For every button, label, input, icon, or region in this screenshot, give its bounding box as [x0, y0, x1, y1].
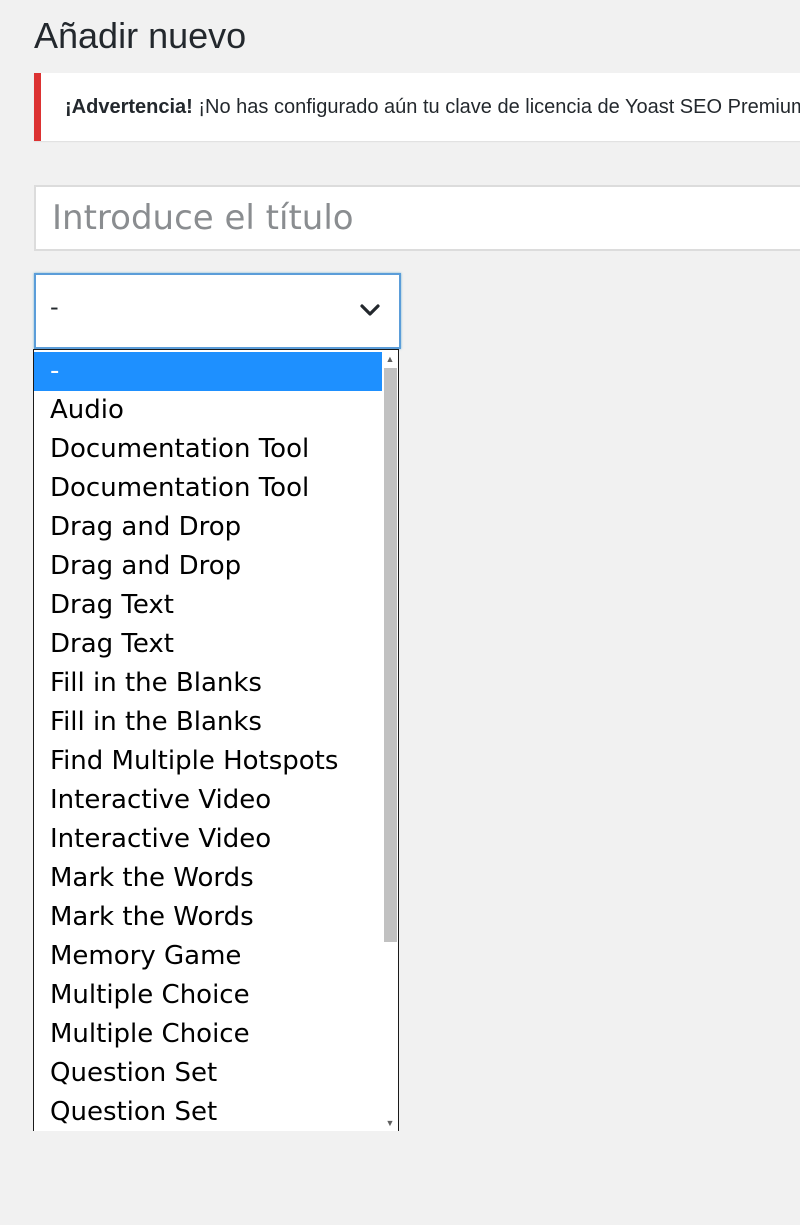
- dropdown-option[interactable]: Drag and Drop: [34, 508, 382, 547]
- dropdown-option[interactable]: Drag Text: [34, 586, 382, 625]
- dropdown-option[interactable]: Documentation Tool: [34, 430, 382, 469]
- content-type-select[interactable]: -: [34, 273, 401, 349]
- select-current-value: -: [50, 293, 59, 321]
- title-input[interactable]: [36, 187, 800, 249]
- license-warning-notice: ¡Advertencia! ¡No has configurado aún tu…: [34, 73, 800, 141]
- dropdown-option[interactable]: -: [34, 352, 382, 391]
- dropdown-option[interactable]: Multiple Choice: [34, 976, 382, 1015]
- page-title: Añadir nuevo: [34, 15, 247, 56]
- dropdown-option[interactable]: Find Multiple Hotspots: [34, 742, 382, 781]
- dropdown-option[interactable]: Interactive Video: [34, 781, 382, 820]
- dropdown-scrollbar[interactable]: ▲ ▼: [382, 350, 398, 1131]
- chevron-down-icon: [360, 304, 380, 316]
- dropdown-option[interactable]: Interactive Video: [34, 820, 382, 859]
- dropdown-option[interactable]: Mark the Words: [34, 859, 382, 898]
- dropdown-option[interactable]: Fill in the Blanks: [34, 664, 382, 703]
- dropdown-option[interactable]: Question Set: [34, 1093, 382, 1131]
- dropdown-option[interactable]: Memory Game: [34, 937, 382, 976]
- content-type-dropdown-list: - Audio Documentation Tool Documentation To…: [33, 349, 399, 1131]
- notice-message: ¡No has configurado aún tu clave de lice…: [198, 95, 800, 118]
- scroll-up-arrow-icon[interactable]: ▲: [382, 350, 398, 368]
- dropdown-option[interactable]: Drag Text: [34, 625, 382, 664]
- dropdown-option[interactable]: Question Set: [34, 1054, 382, 1093]
- dropdown-option[interactable]: Audio: [34, 391, 382, 430]
- page: Añadir nuevo ¡Advertencia! ¡No has confi…: [0, 0, 800, 1225]
- dropdown-option[interactable]: Multiple Choice: [34, 1015, 382, 1054]
- dropdown-option[interactable]: Fill in the Blanks: [34, 703, 382, 742]
- notice-strong-label: ¡Advertencia!: [65, 95, 193, 118]
- dropdown-option[interactable]: Documentation Tool: [34, 469, 382, 508]
- dropdown-option[interactable]: Mark the Words: [34, 898, 382, 937]
- scrollbar-thumb[interactable]: [384, 368, 397, 942]
- dropdown-option[interactable]: Drag and Drop: [34, 547, 382, 586]
- title-field-container: [34, 185, 800, 251]
- scroll-down-arrow-icon[interactable]: ▼: [382, 1114, 398, 1131]
